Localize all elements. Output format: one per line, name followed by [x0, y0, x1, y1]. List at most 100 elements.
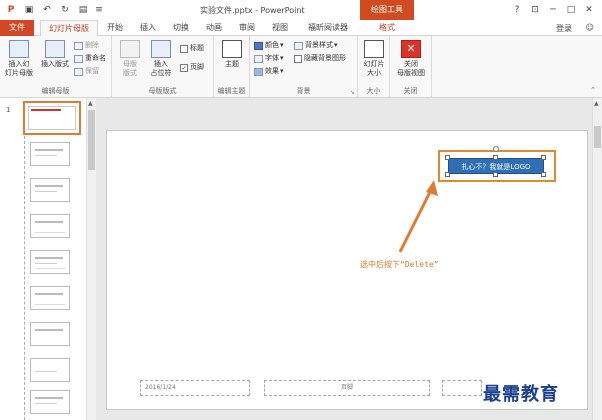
layout-connector-line [24, 136, 25, 420]
ribbon: 插入幻 灯片母版 插入版式 删除 重命名 保留 编辑母版 母版 版式 插入 占位… [0, 36, 602, 98]
layout-thumbnail[interactable] [30, 286, 70, 310]
thumb-line [35, 155, 57, 156]
undo-icon[interactable]: ↶ [40, 3, 54, 17]
layout-thumbnail[interactable] [30, 178, 70, 202]
canvas-scroll-thumb[interactable] [594, 126, 601, 148]
group-label-close: 关闭 [403, 87, 418, 95]
colors-button[interactable]: 颜色 ▾ [254, 41, 284, 50]
thumb-line [35, 329, 63, 331]
layout-thumbnail[interactable] [30, 250, 70, 274]
help-icon[interactable]: ? [510, 3, 524, 17]
delete-icon [74, 41, 83, 50]
tab-animations[interactable]: 动画 [199, 20, 229, 36]
start-from-beginning-icon[interactable]: ▤ [76, 3, 90, 17]
thumb-line [35, 185, 63, 187]
save-icon[interactable]: ▣ [22, 3, 36, 17]
preserve-icon [74, 67, 83, 76]
user-icon[interactable]: ☺ [586, 23, 594, 32]
slide-number-placeholder[interactable] [442, 380, 482, 396]
resize-handle[interactable] [493, 172, 498, 177]
thumb-line [35, 403, 57, 404]
insert-layout-button[interactable]: 插入版式 [38, 40, 72, 69]
ribbon-tabs: 文件 幻灯片母版 开始 插入 切换 动画 审阅 视图 福昕阅读器 格式 登录 ☺ [0, 20, 602, 37]
close-master-view-button[interactable]: ✕ 关闭 母版视图 [392, 40, 430, 78]
watermark-text: 最需教育 [483, 384, 559, 405]
thumb-line [35, 232, 65, 233]
collapse-ribbon-icon[interactable]: ⌃ [590, 86, 596, 94]
colors-icon [254, 41, 263, 50]
customize-qat-icon[interactable]: ≡ [92, 3, 106, 17]
insert-placeholder-icon [151, 40, 171, 58]
group-label-edit-master: 编辑母版 [41, 87, 70, 95]
thumb-line [35, 263, 57, 264]
annotation-arrow-icon [398, 180, 438, 253]
theme-button[interactable]: 主题 [218, 40, 246, 69]
layout-thumbnail[interactable] [30, 142, 70, 166]
fonts-dropdown-icon: ▾ [280, 54, 284, 62]
scroll-up-icon[interactable]: ▲ [88, 100, 93, 107]
resize-handle[interactable] [493, 155, 498, 160]
layout-thumbnail[interactable] [30, 322, 70, 346]
canvas-scroll-up-icon[interactable]: ▲ [594, 100, 599, 107]
title-bar: P ▣ ↶ ↻ ▤ ≡ 实验文件.pptx - PowerPoint 绘图工具 … [0, 0, 602, 20]
rename-icon [74, 54, 83, 63]
slide-master-thumbnail[interactable] [23, 101, 81, 135]
tab-format[interactable]: 格式 [360, 20, 414, 36]
ribbon-display-icon[interactable]: ⊡ [528, 3, 542, 17]
preserve-button[interactable]: 保留 [74, 67, 99, 76]
background-styles-button[interactable]: 背景样式 ▾ [294, 41, 338, 50]
date-placeholder[interactable]: 2016/1/24 [140, 380, 250, 396]
slide-size-button[interactable]: 幻灯片 大小 [360, 40, 388, 78]
resize-handle[interactable] [541, 155, 546, 160]
slide-thumbnail-pane: 1 ▲ [0, 98, 96, 420]
tab-slide-master[interactable]: 幻灯片母版 [40, 20, 98, 37]
master-thumb-bar [31, 109, 61, 111]
thumbnail-scrollbar[interactable]: ▲ [86, 98, 96, 420]
rename-button[interactable]: 重命名 [74, 54, 106, 63]
tab-insert[interactable]: 插入 [133, 20, 163, 36]
canvas-vertical-scrollbar[interactable]: ▲ [592, 98, 602, 420]
master-layout-icon [120, 40, 140, 58]
minimize-icon[interactable]: ─ [546, 3, 560, 17]
tab-transitions[interactable]: 切换 [166, 20, 196, 36]
theme-icon [222, 40, 242, 58]
tab-foxit-reader[interactable]: 福昕阅读器 [300, 20, 356, 36]
delete-button[interactable]: 删除 [74, 41, 99, 50]
title-checkbox[interactable]: 标题 [180, 44, 204, 53]
thumb-line [35, 268, 65, 269]
insert-placeholder-button[interactable]: 插入 占位符 [146, 40, 176, 78]
group-background: 颜色 ▾ 字体 ▾ 效果 ▾ 背景样式 ▾ 隐藏背景图形 背景 ↘ [250, 36, 358, 98]
resize-handle[interactable] [445, 155, 450, 160]
hide-background-graphics-checkbox[interactable]: 隐藏背景图形 [294, 54, 346, 63]
tab-file[interactable]: 文件 [0, 20, 34, 36]
slide-size-icon [364, 40, 384, 58]
resize-handle[interactable] [541, 172, 546, 177]
redo-icon[interactable]: ↻ [58, 3, 72, 17]
thumb-line [35, 191, 57, 192]
group-label-background: 背景 [296, 87, 311, 95]
footer-checkbox[interactable]: ✓ 页脚 [180, 63, 204, 72]
tab-review[interactable]: 审阅 [232, 20, 262, 36]
footer-checkbox-box: ✓ [180, 63, 188, 72]
group-label-master-layout: 母版版式 [148, 87, 177, 95]
close-icon[interactable]: ✕ [582, 3, 596, 17]
footer-placeholder[interactable]: 页脚 [264, 380, 430, 396]
background-dialog-launcher-icon[interactable]: ↘ [350, 89, 355, 96]
layout-thumbnail[interactable] [30, 358, 70, 382]
insert-slide-master-icon [9, 40, 29, 58]
insert-slide-master-button[interactable]: 插入幻 灯片母版 [2, 40, 36, 78]
effects-button[interactable]: 效果 ▾ [254, 67, 284, 76]
rotate-handle-icon[interactable] [493, 146, 499, 152]
login-link[interactable]: 登录 [556, 23, 572, 34]
fonts-button[interactable]: 字体 ▾ [254, 54, 284, 63]
insert-layout-icon [45, 40, 65, 58]
tab-home[interactable]: 开始 [100, 20, 130, 36]
layout-thumbnail[interactable] [30, 390, 70, 414]
master-layout-button[interactable]: 母版 版式 [116, 40, 144, 78]
thumbnail-scroll-thumb[interactable] [88, 110, 95, 170]
restore-icon[interactable]: □ [564, 3, 578, 17]
tab-view[interactable]: 视图 [265, 20, 295, 36]
group-label-size: 大小 [366, 87, 381, 95]
background-styles-icon [294, 41, 303, 50]
layout-thumbnail[interactable] [30, 214, 70, 238]
